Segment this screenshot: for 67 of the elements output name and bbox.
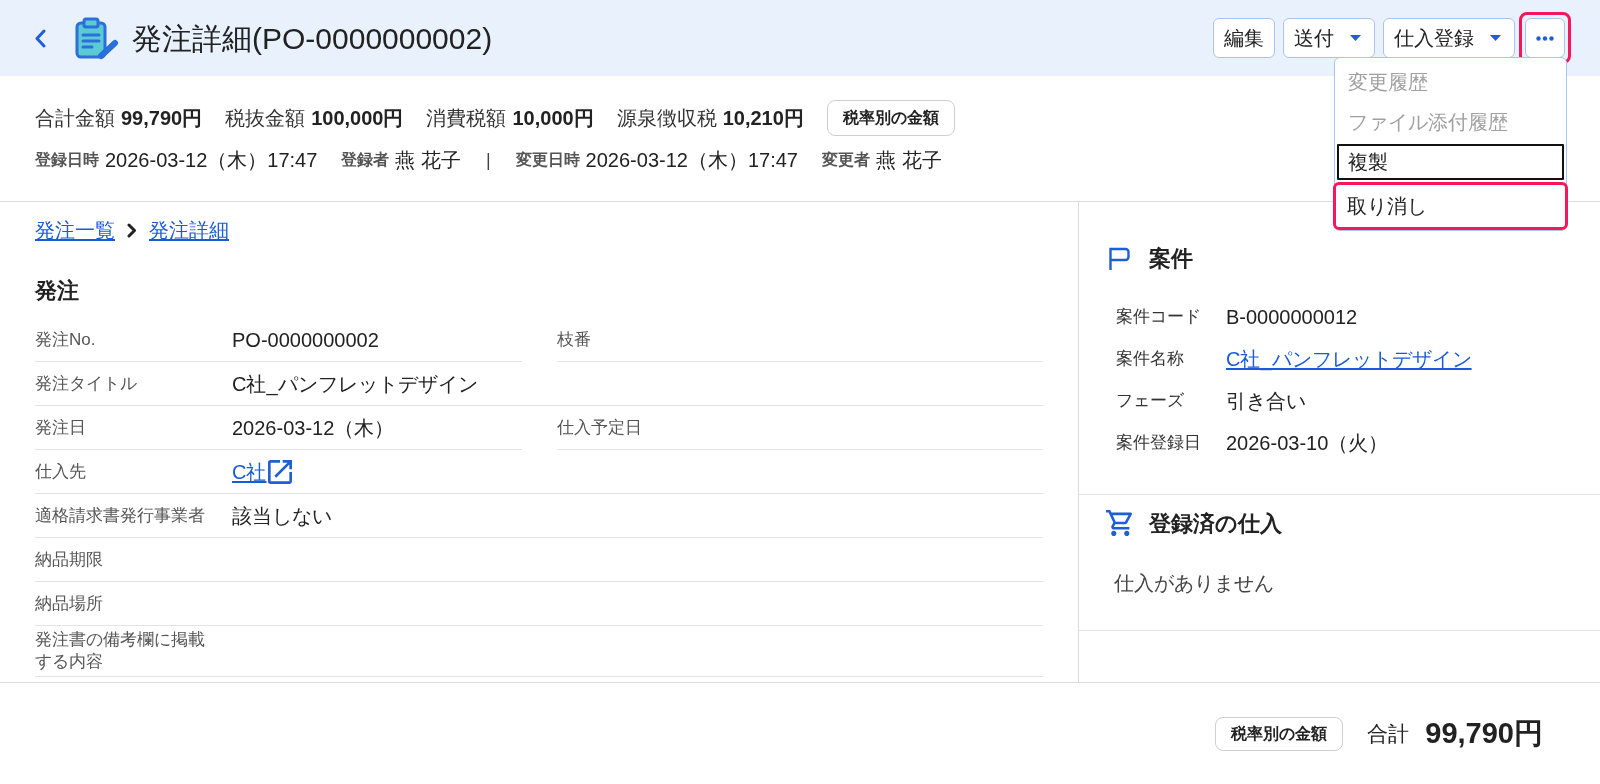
field-label: 仕入先	[35, 460, 87, 483]
breadcrumb-link[interactable]: 発注一覧	[35, 215, 115, 245]
field-value: 該当しない	[232, 503, 332, 529]
project-link[interactable]: C社_パンフレットデザイン	[1226, 344, 1472, 374]
total-value: 99,790円	[1425, 715, 1543, 751]
meta-value: 燕 花子	[395, 148, 461, 173]
field-value: 引き合い	[1226, 389, 1306, 414]
dropdown-button[interactable]: 仕入登録	[1383, 18, 1515, 58]
meta-label: 登録日時	[35, 150, 99, 170]
field-value: C社_パンフレットデザイン	[232, 371, 478, 398]
field-label: 発注No.	[35, 328, 97, 351]
field-label: 案件名称	[1116, 348, 1185, 371]
amount-value: 99,790円	[121, 106, 203, 131]
tax-rate-button[interactable]: 税率別の金額	[826, 100, 955, 136]
cart-icon	[1106, 510, 1132, 536]
field-value: PO-0000000002	[232, 327, 379, 353]
amount-label: 合計金額	[35, 106, 115, 131]
breadcrumb-link[interactable]: 発注詳細	[149, 215, 229, 245]
field-label: 発注タイトル	[35, 372, 138, 395]
meta-value: 2026-03-12（木）17:47	[105, 148, 318, 173]
meta-label: 変更者	[821, 150, 870, 170]
field-label: 案件登録日	[1116, 432, 1202, 455]
field-label: 納品期限	[35, 548, 104, 571]
amount-value: 100,000円	[311, 106, 404, 131]
amount-label: 消費税額	[426, 106, 507, 131]
field-label: 発注書の備考欄に掲載する内容	[35, 629, 206, 673]
field-label: 案件コード	[1116, 306, 1202, 329]
section-heading: 登録済の仕入	[1149, 509, 1282, 538]
section-heading: 発注	[35, 277, 80, 305]
amount-value: 10,000円	[512, 106, 594, 131]
total-label: 合計	[1367, 720, 1410, 747]
meta-label: 変更日時	[515, 150, 580, 170]
flag-icon	[1109, 246, 1130, 270]
chevron-right-icon	[127, 222, 137, 238]
tax-rate-button[interactable]: 税率別の金額	[1215, 716, 1344, 751]
amount-value: 10,210円	[722, 106, 804, 131]
dropdown-button[interactable]: 送付	[1283, 18, 1375, 58]
meta-value: 燕 花子	[875, 148, 942, 173]
field-label: 仕入予定日	[556, 416, 643, 439]
field-value: B-0000000012	[1226, 305, 1358, 330]
empty-message: 仕入がありません	[1114, 571, 1275, 596]
caret-down-icon	[1350, 35, 1361, 41]
field-label: 発注日	[35, 416, 87, 439]
more-button[interactable]	[1525, 18, 1565, 58]
chevron-left-icon	[34, 28, 46, 48]
section-heading: 案件	[1149, 244, 1193, 273]
action-button[interactable]: 編集	[1213, 18, 1275, 58]
meta-label: 登録者	[341, 150, 390, 170]
field-label: フェーズ	[1116, 390, 1185, 413]
external-link-icon	[268, 459, 293, 484]
clipboard-pencil-icon	[74, 16, 119, 60]
field-value: 2026-03-10（火）	[1226, 431, 1389, 456]
caret-down-icon	[1490, 35, 1501, 41]
meta-value: 2026-03-12（木）17:47	[585, 148, 798, 173]
field-label: 納品場所	[35, 592, 104, 615]
menu-item[interactable]: 取り消し	[1333, 182, 1568, 230]
back-button[interactable]	[34, 28, 46, 48]
menu-item[interactable]: 複製	[1335, 142, 1566, 182]
separator-text: |	[485, 148, 491, 172]
field-label: 適格請求書発行事業者	[35, 504, 206, 527]
page-title: 発注詳細(PO-0000000002)	[132, 20, 493, 57]
amount-label: 税抜金額	[225, 106, 306, 131]
amount-label: 源泉徴収税	[616, 106, 717, 131]
field-label: 枝番	[556, 328, 592, 351]
field-link[interactable]: C社	[232, 456, 293, 487]
field-value: 2026-03-12（木）	[232, 415, 395, 441]
ellipsis-icon	[1536, 35, 1554, 41]
